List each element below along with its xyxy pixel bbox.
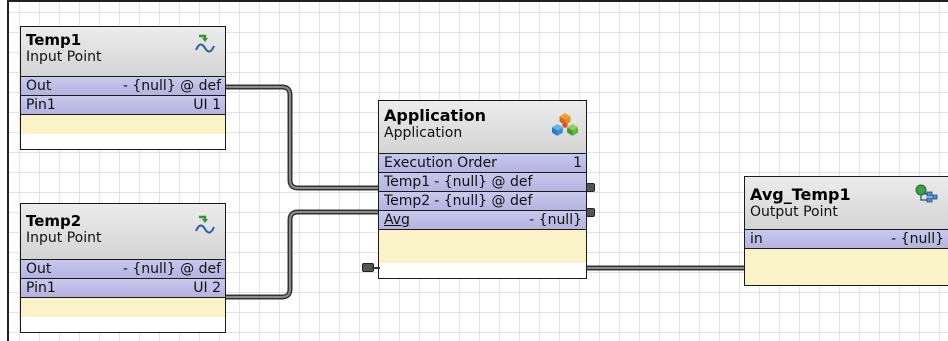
slot-value: - {null} bbox=[529, 212, 582, 228]
application-temp2-port[interactable] bbox=[586, 208, 595, 217]
application-header[interactable]: Application Application bbox=[379, 101, 586, 154]
input-point-icon bbox=[195, 215, 215, 234]
slot-name: Temp1 bbox=[384, 174, 431, 190]
application-icon bbox=[552, 113, 578, 136]
avg-port-stub bbox=[372, 267, 380, 269]
avg-temp1-in-slot[interactable]: in - {null} bbox=[745, 230, 948, 249]
slot-name: Avg bbox=[384, 212, 410, 228]
temp2-footer bbox=[21, 298, 225, 317]
slot-value: UI 1 bbox=[193, 97, 221, 113]
application-footer bbox=[379, 230, 586, 263]
slot-value: - {null} bbox=[891, 231, 944, 247]
slot-name: in bbox=[750, 231, 763, 247]
slot-name: Out bbox=[26, 261, 52, 277]
temp1-header[interactable]: Temp1 Input Point bbox=[21, 27, 225, 77]
output-point-icon bbox=[915, 184, 938, 203]
temp1-footer bbox=[21, 115, 225, 134]
application-execution-order-slot[interactable]: Execution Order 1 bbox=[379, 154, 586, 173]
slot-value: 1 bbox=[573, 155, 582, 171]
temp1-block[interactable]: Temp1 Input Point Out - {null} @ def Pin… bbox=[20, 26, 226, 150]
slot-name: Temp2 bbox=[384, 193, 431, 209]
application-temp1-port[interactable] bbox=[586, 183, 595, 192]
slot-name: Pin1 bbox=[26, 280, 56, 296]
application-temp1-slot[interactable]: Temp1 - {null} @ def bbox=[379, 173, 586, 192]
input-point-icon bbox=[195, 34, 215, 53]
slot-name: Out bbox=[26, 78, 52, 94]
slot-value: - {null} @ def bbox=[122, 78, 221, 94]
application-avg-slot[interactable]: Avg - {null} bbox=[379, 211, 586, 230]
temp1-pin1-slot[interactable]: Pin1 UI 1 bbox=[21, 96, 225, 115]
slot-name: Execution Order bbox=[384, 155, 497, 171]
avg-temp1-header[interactable]: Avg_Temp1 Output Point bbox=[745, 177, 948, 230]
slot-value: - {null} @ def bbox=[122, 261, 221, 277]
application-temp2-slot[interactable]: Temp2 - {null} @ def bbox=[379, 192, 586, 211]
slot-value: - {null} @ def bbox=[434, 174, 533, 190]
slot-value: - {null} @ def bbox=[434, 193, 533, 209]
temp2-block[interactable]: Temp2 Input Point Out - {null} @ def Pin… bbox=[20, 203, 226, 333]
temp2-out-slot[interactable]: Out - {null} @ def bbox=[21, 260, 225, 279]
avg-temp1-footer bbox=[745, 249, 948, 285]
slot-value: UI 2 bbox=[193, 280, 221, 296]
slot-name: Pin1 bbox=[26, 97, 56, 113]
avg-temp1-block[interactable]: Avg_Temp1 Output Point in - {null} bbox=[744, 176, 948, 286]
temp1-out-slot[interactable]: Out - {null} @ def bbox=[21, 77, 225, 96]
temp2-header[interactable]: Temp2 Input Point bbox=[21, 204, 225, 260]
temp2-pin1-slot[interactable]: Pin1 UI 2 bbox=[21, 279, 225, 298]
application-block[interactable]: Application Application Execution Order … bbox=[378, 100, 587, 279]
